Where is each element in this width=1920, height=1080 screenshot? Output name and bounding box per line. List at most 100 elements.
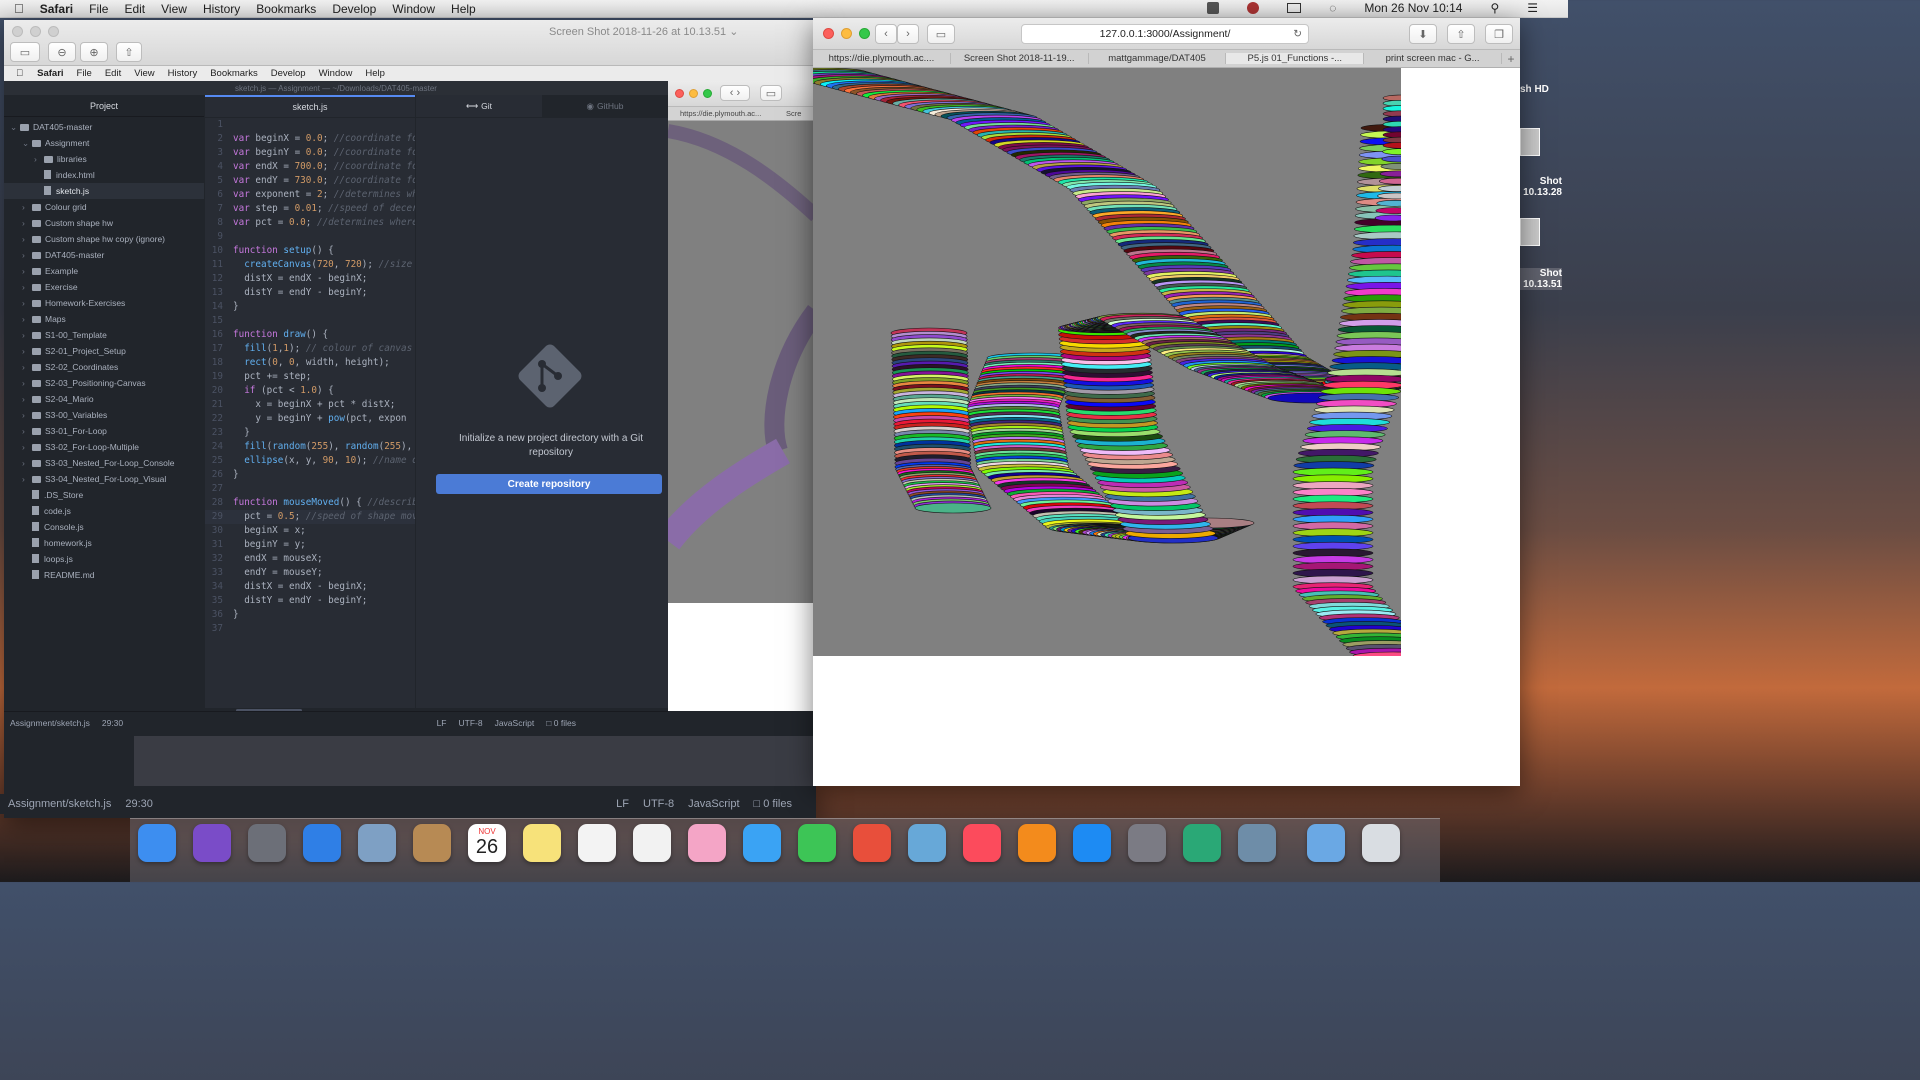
tree-folder[interactable]: › Maps: [4, 311, 204, 327]
code-line[interactable]: 32 endX = mouseX;: [205, 552, 415, 566]
code-line[interactable]: 14}: [205, 300, 415, 314]
tree-file[interactable]: homework.js: [4, 535, 204, 551]
tree-folder[interactable]: › S1-00_Template: [4, 327, 204, 343]
reminders-icon[interactable]: [578, 824, 616, 862]
reload-icon[interactable]: ↻: [1293, 28, 1302, 40]
facetime-icon[interactable]: [798, 824, 836, 862]
tab-screenshot[interactable]: Screen Shot 2018-11-19...: [951, 53, 1089, 64]
tree-file[interactable]: README.md: [4, 567, 204, 583]
tree-file[interactable]: sketch.js: [4, 183, 204, 199]
notification-center-icon[interactable]: ☰: [1527, 1, 1538, 15]
music-icon[interactable]: [963, 824, 1001, 862]
mid-back-button[interactable]: ‹ ›: [720, 85, 750, 101]
preview-traffic-lights[interactable]: [12, 26, 59, 37]
tabs-overview-button[interactable]: ❐: [1485, 24, 1513, 44]
siri-icon[interactable]: [193, 824, 231, 862]
status-encoding[interactable]: UTF-8: [458, 718, 482, 728]
code-line[interactable]: 1: [205, 118, 415, 132]
zoom-button[interactable]: [859, 28, 870, 39]
app-store-icon[interactable]: [1073, 824, 1111, 862]
code-line[interactable]: 34 distX = endX - beginX;: [205, 580, 415, 594]
menu-item-edit[interactable]: Edit: [124, 2, 145, 16]
calendar-icon[interactable]: NOV 26: [468, 824, 506, 862]
share-button[interactable]: ⇧: [116, 42, 142, 62]
code-editor[interactable]: 1 2 var beginX = 0.0; //coordinate fo 3 var …: [205, 118, 415, 708]
tree-folder[interactable]: › S3-02_For-Loop-Multiple: [4, 439, 204, 455]
desktop-screenshot-thumb-2[interactable]: [1520, 218, 1540, 246]
tree-folder[interactable]: ⌄ Assignment: [4, 135, 204, 151]
tree-folder[interactable]: › DAT405-master: [4, 247, 204, 263]
menu-app-name[interactable]: Safari: [40, 2, 73, 16]
tree-file[interactable]: .DS_Store: [4, 487, 204, 503]
contacts-icon[interactable]: [413, 824, 451, 862]
outer-status-enc[interactable]: UTF-8: [643, 798, 674, 810]
photos-icon[interactable]: [688, 824, 726, 862]
menu-clock[interactable]: Mon 26 Nov 10:14: [1364, 1, 1462, 15]
project-tab[interactable]: Project: [4, 95, 204, 117]
trash-icon[interactable]: [1362, 824, 1400, 862]
spotlight-icon[interactable]: ⚲: [1490, 1, 1499, 15]
tree-folder[interactable]: › S2-04_Mario: [4, 391, 204, 407]
code-line[interactable]: 37: [205, 622, 415, 636]
tab-print-screen[interactable]: print screen mac - G...: [1364, 53, 1502, 64]
tree-file[interactable]: Console.js: [4, 519, 204, 535]
code-line[interactable]: 31 beginY = y;: [205, 538, 415, 552]
editor-tab-sketch[interactable]: sketch.js: [205, 95, 415, 117]
status-record-icon[interactable]: [1247, 2, 1260, 14]
close-button[interactable]: [823, 28, 834, 39]
code-line[interactable]: 26}: [205, 468, 415, 482]
address-bar[interactable]: 127.0.0.1:3000/Assignment/ ↻: [1021, 24, 1309, 44]
menu-item-help[interactable]: Help: [451, 2, 476, 16]
back-button[interactable]: ‹: [875, 24, 897, 44]
tree-folder[interactable]: › Example: [4, 263, 204, 279]
finder-icon[interactable]: [138, 824, 176, 862]
menu-item-view[interactable]: View: [161, 2, 187, 16]
code-line[interactable]: 8 var pct = 0.0; //determines where: [205, 216, 415, 230]
outer-status-files[interactable]: □ 0 files: [754, 798, 792, 810]
mid-sidebar-button[interactable]: ▭: [760, 85, 782, 101]
git-tab[interactable]: ⟷ Git: [416, 95, 542, 117]
status-eol[interactable]: LF: [437, 718, 447, 728]
tree-folder[interactable]: ⌄ DAT405-master: [4, 119, 204, 135]
zoom-in-button[interactable]: ⊕: [80, 42, 108, 62]
code-line[interactable]: 35 distY = endY - beginY;: [205, 594, 415, 608]
code-line[interactable]: 24 fill(random(255), random(255),: [205, 440, 415, 454]
code-line[interactable]: 11 createCanvas(720, 720); //size: [205, 258, 415, 272]
code-line[interactable]: 4 var endX = 700.0; //coordinate fo: [205, 160, 415, 174]
apple-icon[interactable]: : [14, 1, 24, 16]
sidebar-toggle-button[interactable]: ▭: [10, 42, 40, 62]
tree-folder[interactable]: › S3-00_Variables: [4, 407, 204, 423]
code-line[interactable]: 7 var step = 0.01; //speed of decer: [205, 202, 415, 216]
code-line[interactable]: 9: [205, 230, 415, 244]
code-line[interactable]: 28 function mouseMoved() { //describ: [205, 496, 415, 510]
tab-github-dat405[interactable]: mattgammage/DAT405: [1089, 53, 1227, 64]
menu-item-file[interactable]: File: [89, 2, 108, 16]
code-line[interactable]: 18 rect(0, 0, width, height);: [205, 356, 415, 370]
menu-item-history[interactable]: History: [203, 2, 240, 16]
github-tab[interactable]: ◉ GitHub: [542, 95, 668, 117]
messages-icon[interactable]: [743, 824, 781, 862]
outer-status-pos[interactable]: 29:30: [125, 798, 153, 810]
status-app-icon[interactable]: [1207, 2, 1220, 14]
menu-item-window[interactable]: Window: [392, 2, 435, 16]
p5-sketch-canvas[interactable]: [813, 68, 1401, 656]
tree-folder[interactable]: › S2-02_Coordinates: [4, 359, 204, 375]
desktop-screenshot-label-2[interactable]: Shot 10.13.51: [1520, 268, 1562, 290]
code-line[interactable]: 36}: [205, 608, 415, 622]
tree-folder[interactable]: › libraries: [4, 151, 204, 167]
code-line[interactable]: 16 function draw() {: [205, 328, 415, 342]
code-line[interactable]: 27: [205, 482, 415, 496]
keynote-icon[interactable]: [908, 824, 946, 862]
zoom-out-button[interactable]: ⊖: [48, 42, 76, 62]
tree-file[interactable]: index.html: [4, 167, 204, 183]
code-line[interactable]: 15: [205, 314, 415, 328]
launchpad-icon[interactable]: [248, 824, 286, 862]
code-line[interactable]: 22 y = beginY + pow(pct, expon: [205, 412, 415, 426]
new-tab-button[interactable]: +: [1502, 52, 1520, 66]
tree-folder[interactable]: › Custom shape hw: [4, 215, 204, 231]
safari-traffic-lights[interactable]: [823, 28, 870, 39]
tree-folder[interactable]: › Colour grid: [4, 199, 204, 215]
desktop-screenshot-label-1[interactable]: Shot 10.13.28: [1520, 176, 1562, 198]
tree-folder[interactable]: › Homework-Exercises: [4, 295, 204, 311]
status-file-path[interactable]: Assignment/sketch.js: [10, 718, 90, 728]
